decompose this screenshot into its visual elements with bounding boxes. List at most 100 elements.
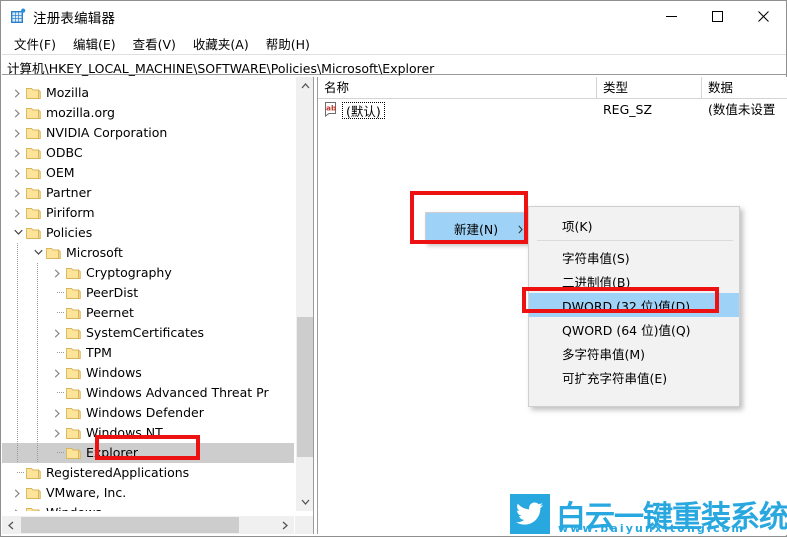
tree-item-nvidia-corporation[interactable]: NVIDIA Corporation (2, 123, 294, 143)
chevron-right-icon[interactable] (10, 483, 26, 503)
tree-guide-line (17, 423, 18, 443)
scrollbar-corner (295, 516, 313, 534)
tree-item-windows[interactable]: Windows (2, 363, 294, 383)
scroll-up-icon[interactable] (296, 77, 313, 95)
chevron-right-icon[interactable] (50, 363, 66, 383)
column-header-data[interactable]: 数据 (702, 77, 787, 99)
tree-guide-line (37, 403, 38, 423)
table-row[interactable]: ab (默认) REG_SZ (数值未设置 (318, 99, 787, 121)
tree-guide-line (17, 263, 18, 283)
tree-item-odbc[interactable]: ODBC (2, 143, 294, 163)
tree-guide-line (37, 443, 38, 463)
value-name-cell[interactable]: (默认) (342, 102, 385, 119)
title-bar: 注册表编辑器 (1, 1, 786, 32)
folder-icon (66, 345, 82, 361)
tree-item-label: Windows Advanced Threat Pr (86, 385, 269, 400)
tree-item-label: SystemCertificates (86, 325, 205, 340)
tree-vertical-scrollbar[interactable] (295, 77, 313, 511)
tree-item-label: mozilla.org (46, 105, 115, 120)
tree-item-label: Policies (46, 225, 93, 240)
tree-item-windows[interactable]: Windows (2, 503, 294, 511)
tree-item-cryptography[interactable]: Cryptography (2, 263, 294, 283)
menu-item-file[interactable]: 文件(F) (6, 32, 65, 55)
chevron-right-icon[interactable] (10, 183, 26, 203)
column-header-name[interactable]: 名称 (318, 77, 597, 99)
submenu-item-5[interactable]: 多字符串值(M) (529, 341, 739, 365)
annotation-box-dword (522, 287, 719, 313)
tree-item-systemcertificates[interactable]: SystemCertificates (2, 323, 294, 343)
tree-indent (2, 383, 50, 403)
tree-item-label: Partner (46, 185, 92, 200)
minimize-button[interactable] (648, 1, 694, 32)
tree-item-vmware-inc[interactable]: VMware, Inc. (2, 483, 294, 503)
tree-item-registeredapplications[interactable]: RegisteredApplications (2, 463, 294, 483)
chevron-right-icon[interactable] (10, 503, 26, 511)
tree-guide-line (17, 363, 18, 383)
chevron-down-icon[interactable] (30, 243, 46, 263)
chevron-right-icon[interactable] (50, 403, 66, 423)
tree-item-mozilla[interactable]: Mozilla (2, 83, 294, 103)
tree-item-tpm[interactable]: TPM (2, 343, 294, 363)
tree-item-windows-defender[interactable]: Windows Defender (2, 403, 294, 423)
scroll-left-icon[interactable] (2, 516, 20, 534)
tree-item-peerdist[interactable]: PeerDist (2, 283, 294, 303)
maximize-button[interactable] (694, 1, 740, 32)
submenu-item-1[interactable]: 字符串值(S) (529, 245, 739, 269)
submenu-item-6[interactable]: 可扩充字符串值(E) (529, 365, 739, 389)
window-title: 注册表编辑器 (33, 11, 116, 27)
tree-leaf-connector (50, 383, 66, 403)
chevron-right-icon[interactable] (10, 103, 26, 123)
tree-item-oem[interactable]: OEM (2, 163, 294, 183)
folder-icon (26, 165, 42, 181)
scroll-right-icon[interactable] (276, 516, 294, 534)
chevron-down-icon[interactable] (10, 223, 26, 243)
tree-item-partner[interactable]: Partner (2, 183, 294, 203)
chevron-right-icon[interactable] (50, 423, 66, 443)
tree-item-microsoft[interactable]: Microsoft (2, 243, 294, 263)
registry-editor-icon (10, 8, 26, 24)
tree-guide-line (17, 403, 18, 423)
menu-item-edit[interactable]: 编辑(E) (65, 32, 125, 55)
chevron-right-icon[interactable] (10, 123, 26, 143)
tree-item-policies[interactable]: Policies (2, 223, 294, 243)
chevron-right-icon[interactable] (50, 263, 66, 283)
folder-icon (46, 245, 62, 261)
tree-indent (2, 403, 50, 423)
chevron-right-icon[interactable] (10, 83, 26, 103)
tree-indent (2, 303, 50, 323)
tree-item-piriform[interactable]: Piriform (2, 203, 294, 223)
column-header-type[interactable]: 类型 (597, 77, 702, 99)
status-bar (2, 534, 786, 536)
submenu-item-4[interactable]: QWORD (64 位)值(Q) (529, 317, 739, 341)
tree-horizontal-scrollbar[interactable] (2, 516, 294, 534)
menu-item-help[interactable]: 帮助(H) (258, 32, 319, 55)
string-value-icon: ab (324, 102, 340, 117)
address-bar[interactable]: 计算机\HKEY_LOCAL_MACHINE\SOFTWARE\Policies… (2, 54, 786, 76)
chevron-right-icon[interactable] (10, 143, 26, 163)
close-button[interactable] (740, 1, 786, 32)
chevron-right-icon[interactable] (50, 323, 66, 343)
tree-item-windows-advanced-threat-pr[interactable]: Windows Advanced Threat Pr (2, 383, 294, 403)
tree-scrollbar-thumb[interactable] (297, 317, 313, 457)
folder-icon (26, 465, 42, 481)
chevron-right-icon[interactable] (10, 203, 26, 223)
menu-item-favorites[interactable]: 收藏夹(A) (185, 32, 258, 55)
tree-item-mozilla-org[interactable]: mozilla.org (2, 103, 294, 123)
tree-hscrollbar-thumb[interactable] (21, 517, 239, 533)
tree-item-peernet[interactable]: Peernet (2, 303, 294, 323)
tree-indent (2, 363, 50, 383)
menu-item-view[interactable]: 查看(V) (125, 32, 185, 55)
list-header: 名称 类型 数据 (318, 77, 787, 99)
value-data-cell: (数值未设置 (708, 102, 776, 117)
chevron-right-icon[interactable] (10, 163, 26, 183)
submenu-item-0[interactable]: 项(K) (529, 213, 739, 237)
tree-guide-line (37, 383, 38, 403)
folder-icon (66, 325, 82, 341)
scroll-down-icon[interactable] (296, 493, 313, 511)
